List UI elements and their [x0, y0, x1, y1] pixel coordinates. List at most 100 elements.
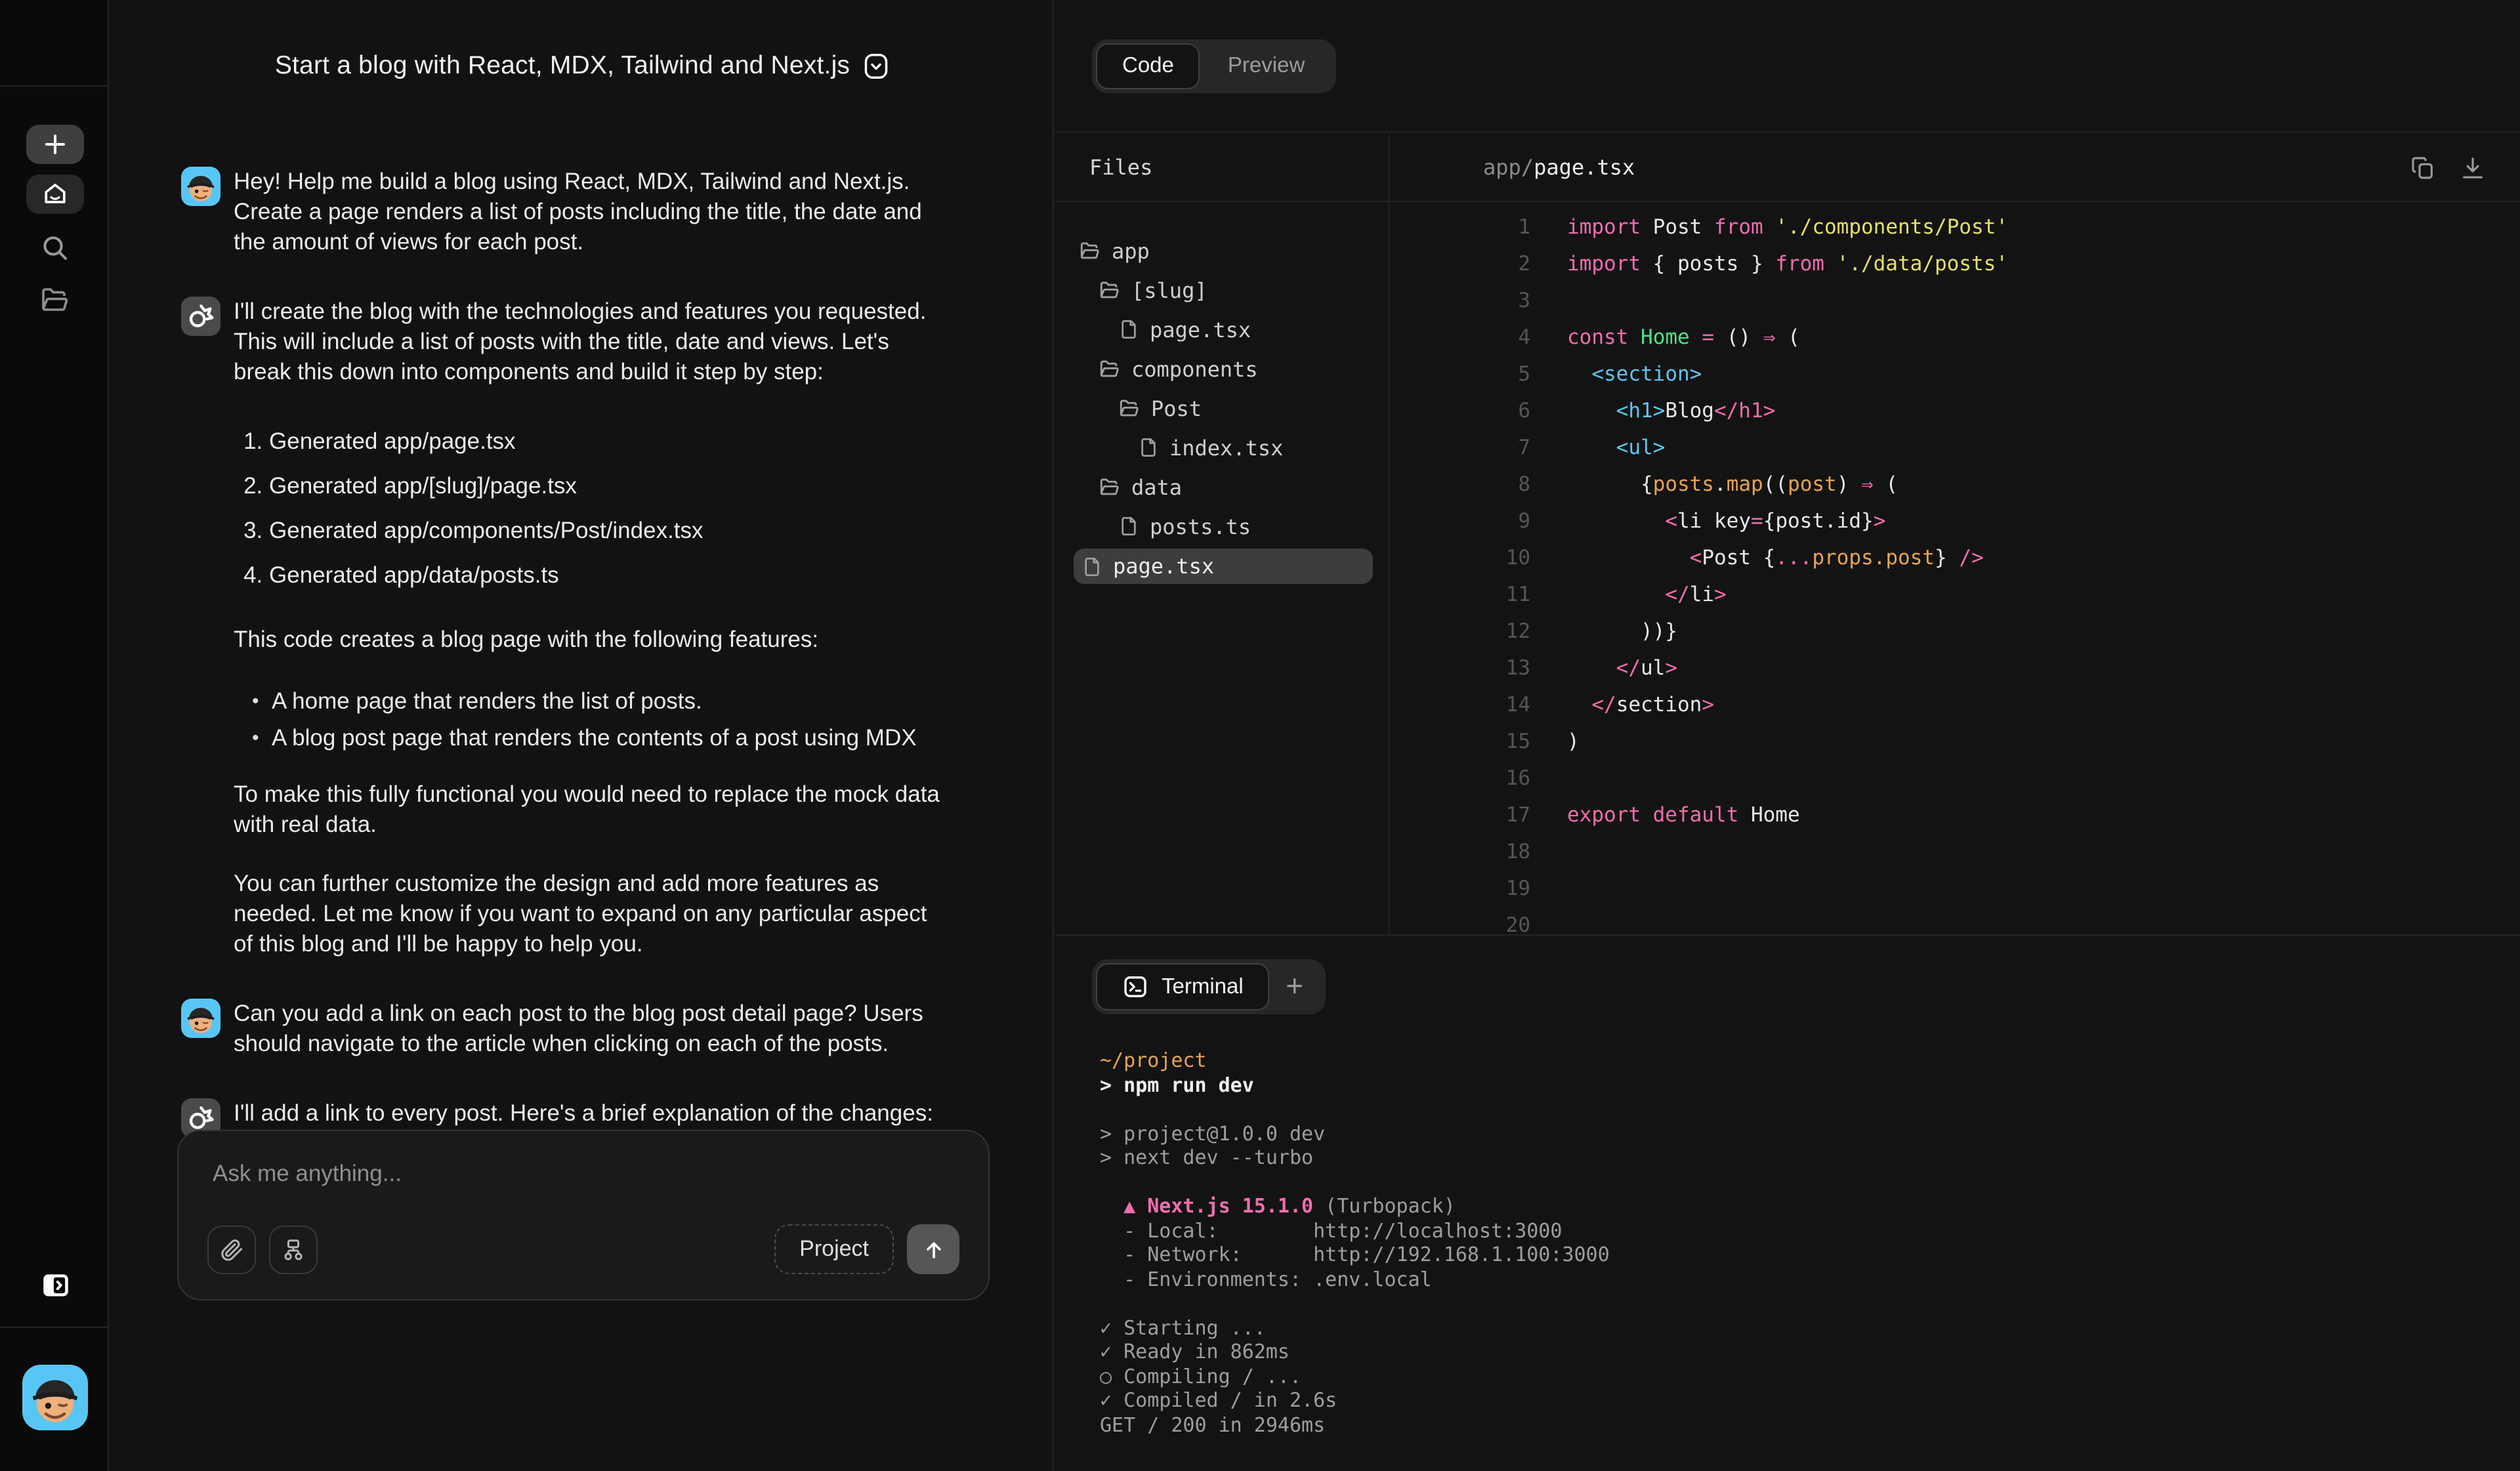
list-item: A home page that renders the list of pos… — [247, 686, 940, 716]
code-token: ))} — [1567, 619, 1677, 643]
code-token: > — [1702, 693, 1714, 716]
file-tree-folder-[slug][interactable]: [slug] — [1055, 270, 1389, 310]
tab-preview[interactable]: Preview — [1200, 44, 1332, 87]
tab-terminal[interactable]: Terminal — [1096, 963, 1270, 1010]
code-token: export default — [1567, 803, 1738, 827]
terminal-line — [1100, 1170, 2520, 1194]
terminal-line: - Local: http://localhost:3000 — [1100, 1218, 2520, 1243]
code-token: . — [1714, 472, 1727, 496]
download-icon[interactable] — [2460, 154, 2486, 180]
search-button[interactable] — [38, 231, 72, 265]
folder-open-icon — [1118, 397, 1141, 419]
terminal-line: - Environments: .env.local — [1100, 1267, 2520, 1291]
arrow-up-icon — [921, 1237, 946, 1262]
code-token — [1628, 325, 1641, 349]
code-token: (( — [1763, 472, 1788, 496]
code-line-14: 14 </section> — [1478, 686, 2520, 723]
code-token: ⇒ — [1861, 472, 1874, 496]
list-item: Generated app/page.tsx — [269, 426, 940, 457]
code-token: </h1> — [1714, 399, 1775, 423]
terminal-line: - Network: http://192.168.1.100:3000 — [1100, 1243, 2520, 1267]
code-token — [1567, 399, 1616, 423]
code-token: <section> — [1591, 362, 1702, 386]
terminal-text: ✓ Ready in 862ms — [1100, 1340, 1290, 1363]
send-button[interactable] — [907, 1224, 959, 1274]
attach-file-button[interactable] — [207, 1225, 256, 1274]
projects-button[interactable] — [38, 283, 72, 318]
code-line-19: 19 — [1478, 870, 2520, 907]
panel-right-icon — [39, 1268, 72, 1301]
code-token: ... — [1775, 546, 1812, 570]
integrations-button[interactable] — [269, 1225, 318, 1274]
rail-header — [0, 0, 108, 87]
file-tree-folder-data[interactable]: data — [1055, 467, 1389, 507]
terminal-output[interactable]: ~/project> npm run dev > project@1.0.0 d… — [1100, 1048, 2520, 1437]
chat-input[interactable] — [178, 1131, 988, 1205]
code-token: li — [1690, 583, 1714, 606]
project-button[interactable]: Project — [774, 1224, 894, 1274]
user-avatar — [181, 167, 220, 206]
code-line-16: 16 — [1478, 760, 2520, 797]
message-paragraph: This code creates a blog page with the f… — [234, 625, 940, 655]
code-token: from — [1775, 252, 1824, 276]
copy-icon[interactable] — [2410, 154, 2436, 180]
file-tree-folder-Post[interactable]: Post — [1055, 388, 1389, 428]
list-item: Generated app/components/Post/index.tsx — [269, 516, 940, 546]
line-number: 3 — [1478, 282, 1530, 319]
user-avatar — [181, 999, 220, 1038]
rail-divider — [0, 1327, 109, 1328]
assistant-avatar — [181, 297, 220, 336]
file-tree-folder-components[interactable]: components — [1055, 349, 1389, 388]
code-token: import — [1567, 215, 1641, 239]
code-token: {post.id} — [1763, 509, 1874, 533]
new-chat-button[interactable] — [26, 125, 84, 164]
code-token: ) — [1837, 472, 1861, 496]
code-token: > — [1665, 656, 1677, 680]
app-window: Start a blog with React, MDX, Tailwind a… — [0, 0, 2520, 1471]
terminal-line: ✓ Ready in 862ms — [1100, 1340, 2520, 1364]
message-paragraph: I'll add a link to every post. Here's a … — [234, 1098, 933, 1129]
code-token: from — [1714, 215, 1763, 239]
file-tree-folder-app[interactable]: app — [1055, 231, 1389, 270]
terminal-line: ~/project — [1100, 1048, 2520, 1073]
line-number: 16 — [1478, 760, 1530, 797]
line-number: 7 — [1478, 429, 1530, 466]
message-body: I'll create the blog with the technologi… — [234, 297, 940, 959]
list-item: Generated app/[slug]/page.tsx — [269, 471, 940, 501]
message-body: Hey! Help me build a blog using React, M… — [234, 167, 922, 257]
file-tree-file-page.tsx[interactable]: page.tsx — [1074, 549, 1373, 584]
line-number: 5 — [1478, 356, 1530, 392]
list-item: Generated app/data/posts.ts — [269, 560, 940, 590]
folder-open-icon — [39, 285, 71, 316]
code-token: Blog — [1665, 399, 1714, 423]
chat-title-menu-button[interactable] — [863, 52, 888, 80]
workflow-icon — [281, 1237, 306, 1262]
search-icon — [39, 232, 71, 264]
toggle-panel-button[interactable] — [38, 1268, 72, 1302]
code-token: < — [1665, 509, 1677, 533]
code-token: { — [1567, 472, 1653, 496]
code-token: > — [1714, 583, 1727, 606]
code-content[interactable]: 1import Post from './components/Post'2im… — [1391, 202, 2520, 934]
file-tree-file-posts.ts[interactable]: posts.ts — [1055, 507, 1389, 546]
code-line-20: 20 — [1478, 907, 2520, 934]
home-button[interactable] — [26, 175, 84, 214]
code-token: < — [1690, 546, 1702, 570]
code-line-4: 4const Home = () ⇒ ( — [1478, 319, 2520, 356]
line-number: 8 — [1478, 466, 1530, 503]
code-token: li key — [1677, 509, 1751, 533]
terminal-text: ✓ Compiled / in 2.6s — [1100, 1388, 1337, 1412]
line-number: 2 — [1478, 245, 1530, 282]
code-line-5: 5 <section> — [1478, 356, 2520, 392]
terminal-text: - Network: http://192.168.1.100:3000 — [1100, 1243, 1610, 1266]
file-tree-file-page.tsx[interactable]: page.tsx — [1055, 310, 1389, 349]
code-token: Home — [1641, 325, 1690, 349]
tab-code[interactable]: Code — [1096, 43, 1200, 89]
code-line-3: 3 — [1478, 282, 2520, 319]
folder-open-icon — [1099, 279, 1121, 301]
file-tree-file-index.tsx[interactable]: index.tsx — [1055, 428, 1389, 467]
new-terminal-button[interactable]: + — [1270, 968, 1322, 1006]
user-profile-avatar[interactable] — [22, 1365, 88, 1430]
files-panel: Files app[slug]page.tsxcomponentsPostind… — [1055, 134, 1390, 934]
generated-files-list: Generated app/page.tsx Generated app/[sl… — [234, 426, 940, 590]
